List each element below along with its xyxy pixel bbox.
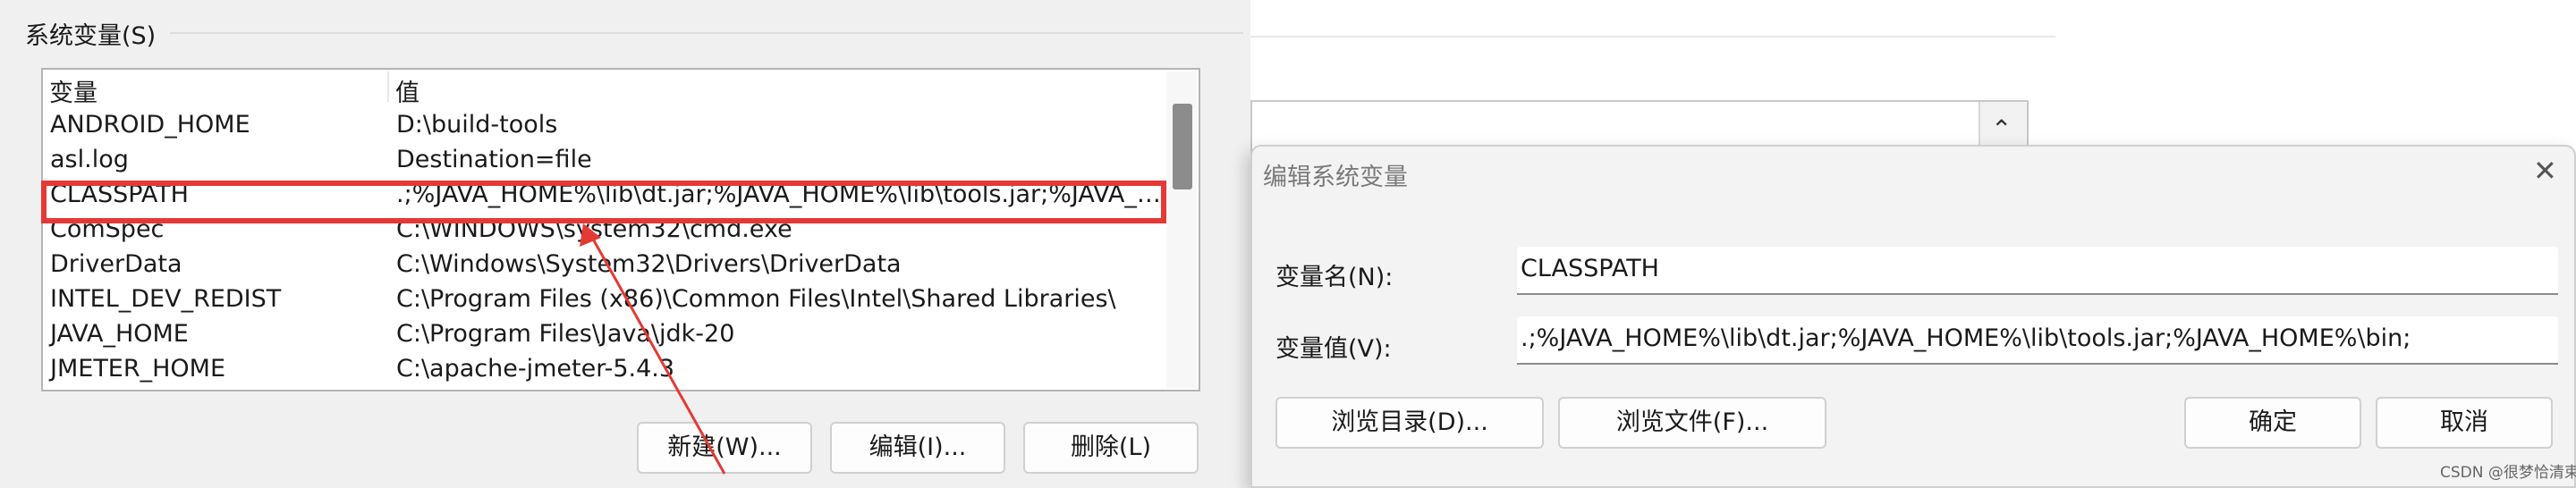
row-name: DriverData — [50, 250, 182, 278]
table-row[interactable]: INTEL_DEV_REDIST C:\Program Files (x86)\… — [45, 283, 1163, 318]
ok-button[interactable]: 确定 — [2184, 397, 2361, 449]
table-row[interactable]: DriverData C:\Windows\System32\Drivers\D… — [45, 248, 1163, 283]
row-name: JMETER_HOME — [50, 355, 226, 383]
scrollbar-thumb[interactable] — [1173, 104, 1192, 189]
column-divider[interactable] — [387, 72, 389, 102]
dialog-title: 编辑系统变量 — [1263, 164, 1408, 191]
watermark: CSDN @很梦恰清束 — [2440, 464, 2576, 482]
row-value: D:\build-tools — [396, 111, 558, 139]
row-name: INTEL_DEV_REDIST — [50, 285, 282, 313]
row-name: ANDROID_HOME — [50, 111, 250, 139]
variable-value-input[interactable]: .;%JAVA_HOME%\lib\dt.jar;%JAVA_HOME%\lib… — [1517, 316, 2558, 365]
table-row[interactable]: JAVA_HOME C:\Program Files\Java\jdk-20 — [45, 318, 1163, 353]
row-value: C:\Program Files\Java\jdk-20 — [396, 320, 735, 348]
row-value: C:\Windows\System32\Drivers\DriverData — [396, 250, 902, 278]
variable-value-label: 变量值(V): — [1275, 335, 1392, 363]
browse-directory-button[interactable]: 浏览目录(D)... — [1275, 397, 1544, 449]
background-divider — [1250, 36, 2055, 38]
column-header-variable[interactable]: 变量 — [49, 73, 97, 108]
row-value: Destination=file — [396, 146, 592, 173]
table-row[interactable]: ComSpec C:\WINDOWS\system32\cmd.exe — [45, 214, 1163, 248]
table-row[interactable]: JMETER_HOME C:\apache-jmeter-5.4.3 — [45, 353, 1163, 388]
row-name: asl.log — [50, 146, 129, 173]
cancel-button[interactable]: 取消 — [2376, 397, 2553, 449]
row-name: CLASSPATH — [50, 181, 189, 208]
row-value: C:\apache-jmeter-5.4.3 — [396, 355, 675, 383]
row-value: C:\Program Files (x86)\Common Files\Inte… — [396, 285, 1116, 313]
group-title: 系统变量(S) — [25, 22, 157, 50]
edit-button[interactable]: 编辑(I)... — [830, 422, 1005, 474]
column-header-value[interactable]: 值 — [395, 73, 419, 108]
row-name: ComSpec — [50, 215, 165, 243]
row-value: .;%JAVA_HOME%\lib\dt.jar;%JAVA_HOME%\lib… — [396, 181, 1162, 208]
row-value: C:\WINDOWS\system32\cmd.exe — [396, 215, 792, 243]
close-icon[interactable]: ✕ — [2533, 154, 2557, 188]
new-button[interactable]: 新建(W)... — [637, 422, 812, 474]
table-row[interactable]: ANDROID_HOME D:\build-tools — [45, 109, 1163, 144]
chevron-up-icon: ⌃ — [1991, 114, 2012, 144]
variable-name-label: 变量名(N): — [1275, 264, 1394, 291]
delete-button[interactable]: 删除(L) — [1023, 422, 1199, 474]
table-row-selected[interactable]: CLASSPATH .;%JAVA_HOME%\lib\dt.jar;%JAVA… — [45, 179, 1163, 214]
table-row[interactable]: asl.log Destination=file — [45, 144, 1163, 179]
row-name: JAVA_HOME — [50, 320, 189, 348]
group-divider — [170, 32, 1243, 34]
variable-name-input[interactable]: CLASSPATH — [1517, 247, 2558, 295]
browse-file-button[interactable]: 浏览文件(F)... — [1558, 397, 1826, 449]
